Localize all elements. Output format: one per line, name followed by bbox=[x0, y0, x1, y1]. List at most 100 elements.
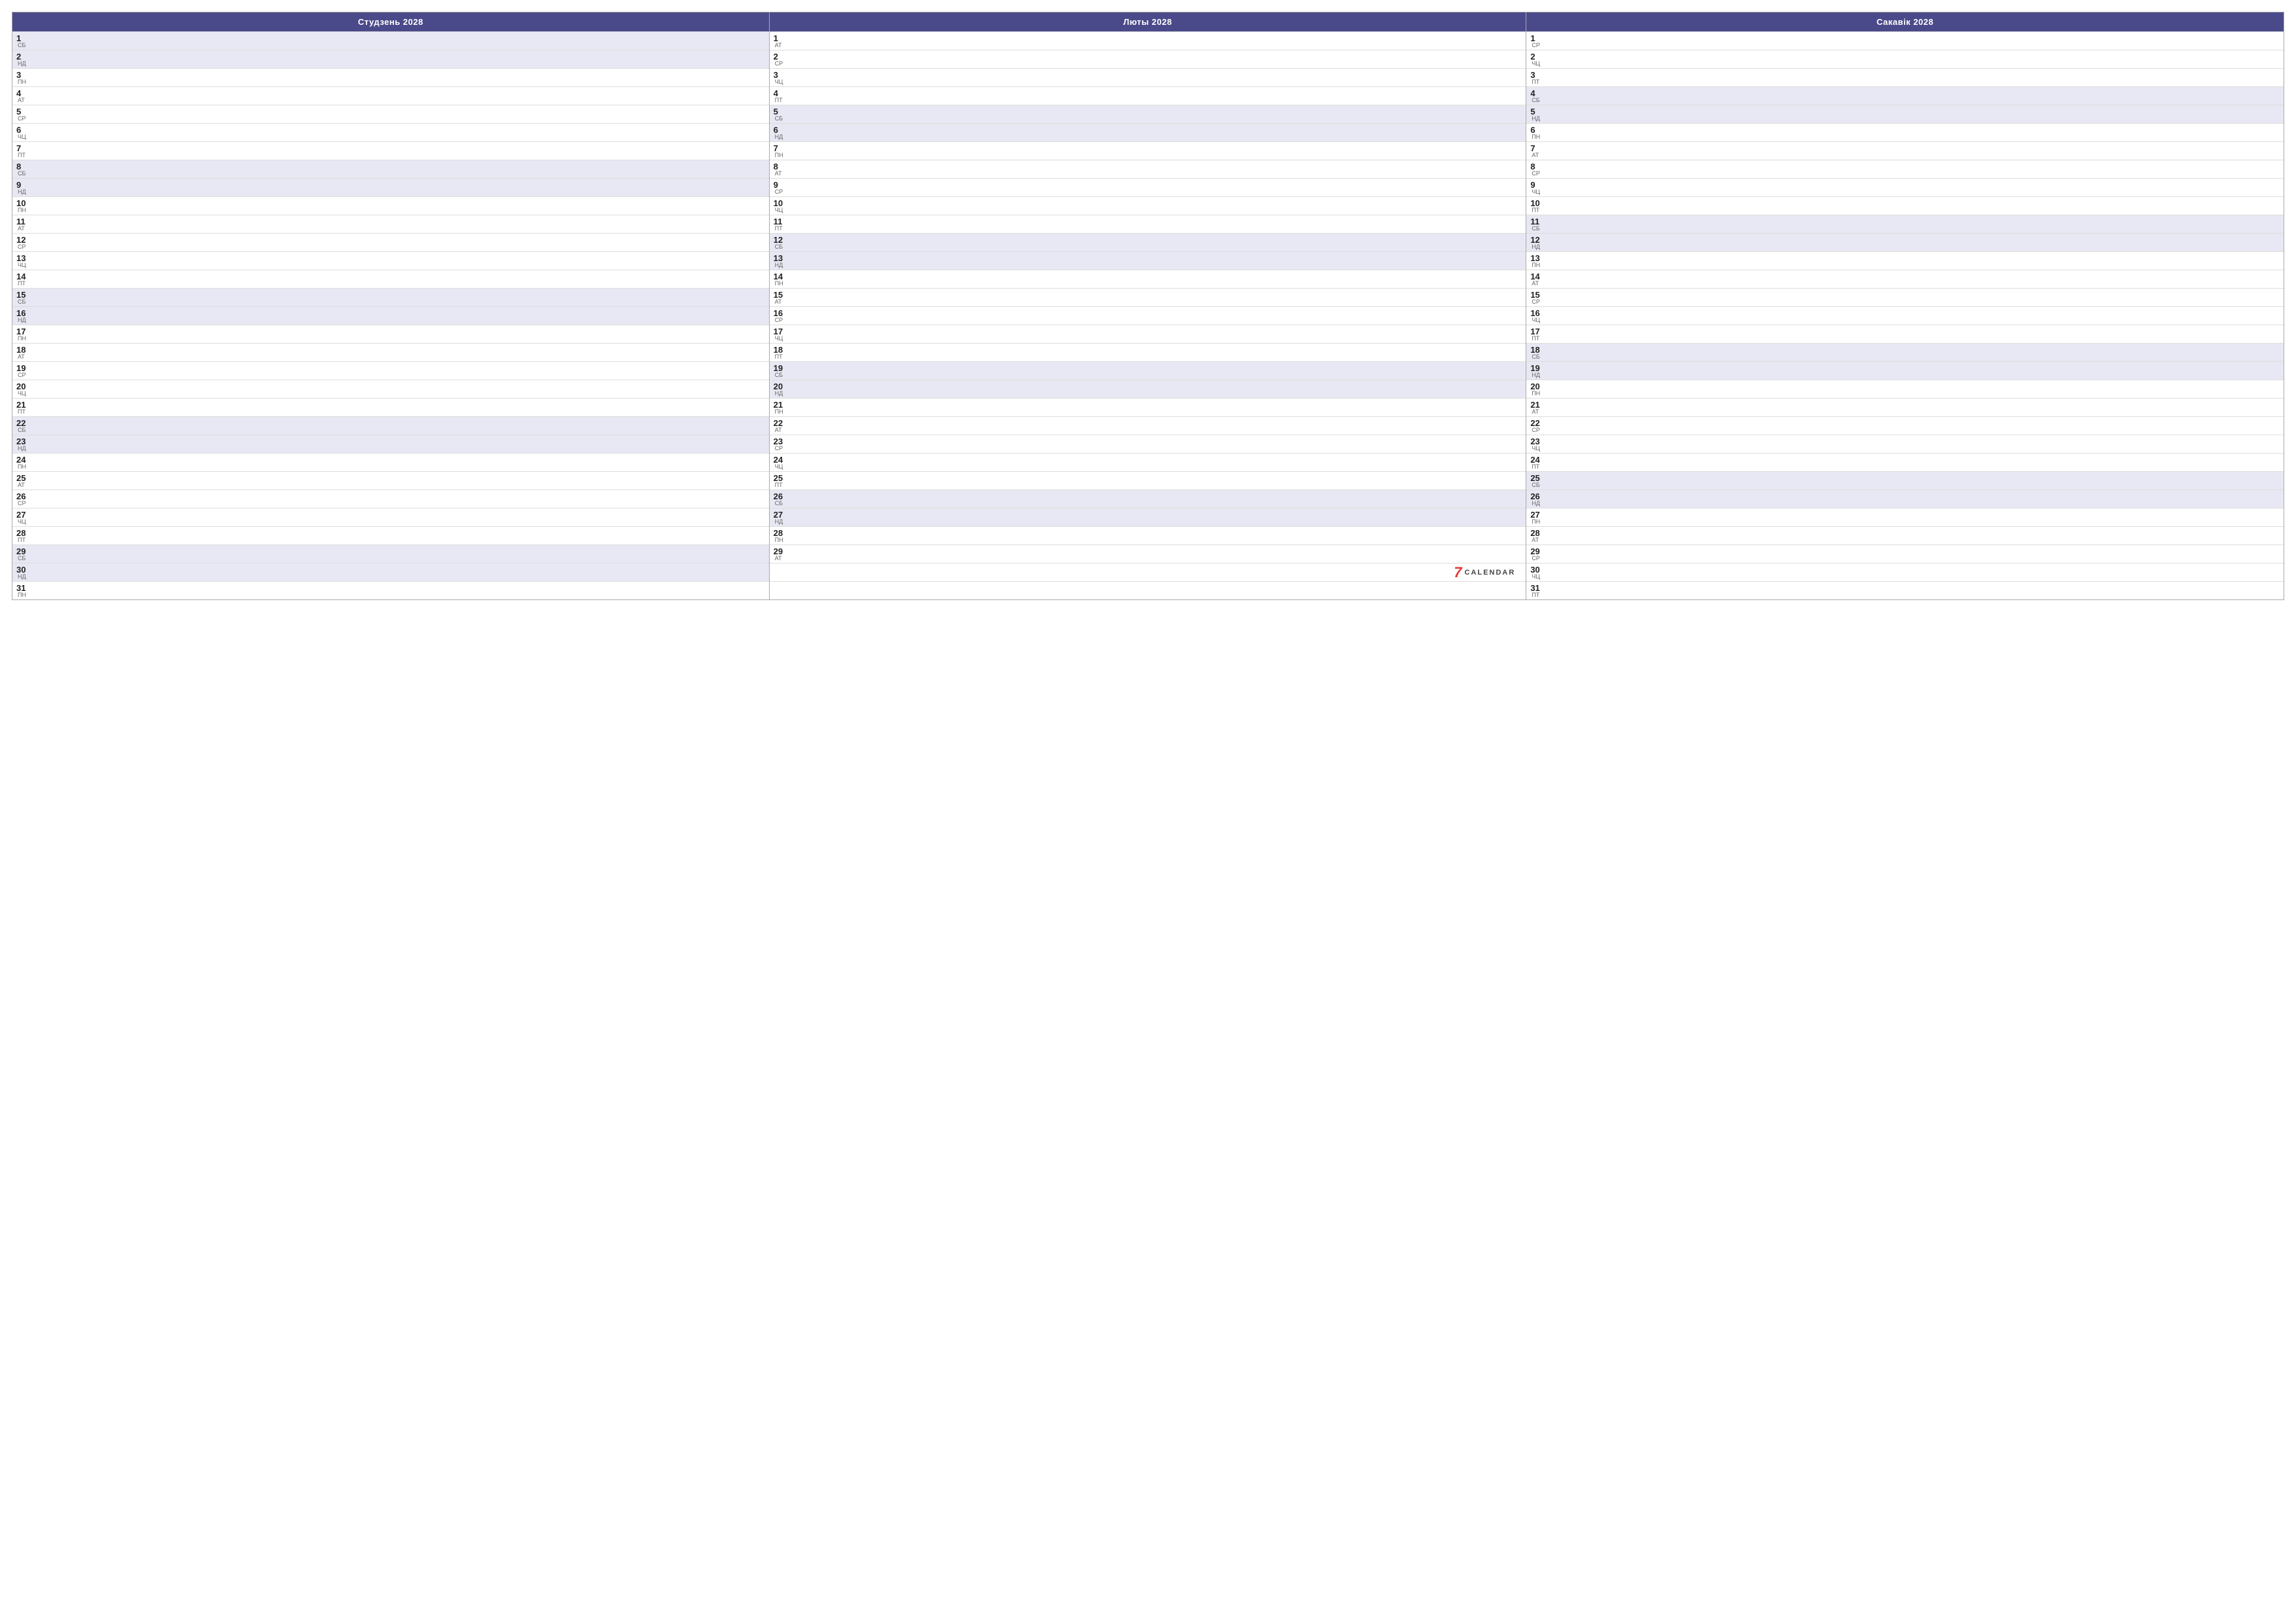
day-info: 8СБ bbox=[16, 162, 31, 177]
day-info: 20ЧЦ bbox=[16, 382, 31, 397]
day-name: ЧЦ bbox=[775, 207, 788, 213]
day-name: ПН bbox=[775, 537, 788, 543]
logo-text: CALENDAR bbox=[1465, 569, 1516, 577]
day-name: АТ bbox=[18, 482, 31, 488]
day-info: 15АТ bbox=[774, 291, 788, 305]
day-name: ПТ bbox=[775, 354, 788, 360]
day-number: 15 bbox=[1530, 291, 1545, 299]
day-name: СБ bbox=[18, 556, 31, 562]
day-row: 23НД bbox=[12, 435, 769, 453]
day-number: 25 bbox=[1530, 474, 1545, 482]
day-row: 17ПН bbox=[12, 325, 769, 343]
day-row: 2СР bbox=[770, 50, 1526, 68]
day-info: 8СР bbox=[1530, 162, 1545, 177]
day-name: АТ bbox=[1532, 537, 1545, 543]
day-number: 4 bbox=[1530, 89, 1545, 98]
day-name: ПН bbox=[18, 336, 31, 342]
day-name: НД bbox=[18, 189, 31, 195]
day-info: 2ЧЦ bbox=[1530, 52, 1545, 67]
day-name: СБ bbox=[775, 501, 788, 507]
day-info: 23НД bbox=[16, 437, 31, 452]
day-name: СР bbox=[18, 501, 31, 507]
day-info: 15СР bbox=[1530, 291, 1545, 305]
day-row: 23ЧЦ bbox=[1526, 435, 2284, 453]
day-number: 13 bbox=[774, 254, 788, 262]
day-info: 19НД bbox=[1530, 364, 1545, 378]
day-name: НД bbox=[1532, 116, 1545, 122]
day-name: ПТ bbox=[18, 409, 31, 415]
day-row: 5СБ bbox=[770, 105, 1526, 123]
day-row: 1СР bbox=[1526, 31, 2284, 50]
day-name: ПН bbox=[775, 281, 788, 287]
day-name: СБ bbox=[775, 116, 788, 122]
day-info: 20ПН bbox=[1530, 382, 1545, 397]
day-number: 5 bbox=[1530, 107, 1545, 116]
day-name: ЧЦ bbox=[18, 134, 31, 140]
day-name: ЧЦ bbox=[18, 262, 31, 268]
day-number: 21 bbox=[774, 401, 788, 409]
day-row: 14ПН bbox=[770, 270, 1526, 288]
day-info: 22АТ bbox=[774, 419, 788, 433]
day-row: 25СБ bbox=[1526, 471, 2284, 490]
day-info: 27ПН bbox=[1530, 510, 1545, 525]
day-name: АТ bbox=[1532, 409, 1545, 415]
day-row: 22АТ bbox=[770, 416, 1526, 435]
day-row: 15СР bbox=[1526, 288, 2284, 306]
day-row: 3ПТ bbox=[1526, 68, 2284, 86]
day-number: 7 bbox=[1530, 144, 1545, 152]
day-name: СР bbox=[1532, 43, 1545, 48]
day-name: АТ bbox=[18, 98, 31, 103]
day-info: 13НД bbox=[774, 254, 788, 268]
day-info: 12СР bbox=[16, 236, 31, 250]
day-name: ПН bbox=[775, 409, 788, 415]
day-info: 1СР bbox=[1530, 34, 1545, 48]
day-row: 10ЧЦ bbox=[770, 196, 1526, 215]
day-row: 31ПН bbox=[12, 581, 769, 599]
day-row: 3ПН bbox=[12, 68, 769, 86]
day-number: 27 bbox=[774, 510, 788, 519]
day-info: 24ЧЦ bbox=[774, 455, 788, 470]
day-info: 23СР bbox=[774, 437, 788, 452]
day-info: 9СР bbox=[774, 181, 788, 195]
day-name: АТ bbox=[775, 299, 788, 305]
day-number: 26 bbox=[16, 492, 31, 501]
day-row: 24ПН bbox=[12, 453, 769, 471]
day-name: ПТ bbox=[1532, 79, 1545, 85]
day-number: 22 bbox=[774, 419, 788, 427]
day-name: СБ bbox=[18, 43, 31, 48]
day-row: 19СБ bbox=[770, 361, 1526, 380]
day-row: 31ПТ bbox=[1526, 581, 2284, 599]
day-number: 3 bbox=[774, 71, 788, 79]
day-row: 20ЧЦ bbox=[12, 380, 769, 398]
day-name: АТ bbox=[1532, 152, 1545, 158]
day-number: 6 bbox=[774, 126, 788, 134]
day-info: 20НД bbox=[774, 382, 788, 397]
day-info: 11СБ bbox=[1530, 217, 1545, 232]
day-info: 3ЧЦ bbox=[774, 71, 788, 85]
day-info: 18АТ bbox=[16, 346, 31, 360]
day-name: АТ bbox=[18, 354, 31, 360]
day-name: АТ bbox=[18, 226, 31, 232]
day-number: 7 bbox=[774, 144, 788, 152]
day-number: 24 bbox=[16, 455, 31, 464]
day-number: 31 bbox=[16, 584, 31, 592]
day-info: 19СР bbox=[16, 364, 31, 378]
day-number: 19 bbox=[774, 364, 788, 372]
day-row: 21АТ bbox=[1526, 398, 2284, 416]
day-number: 29 bbox=[774, 547, 788, 556]
day-number: 12 bbox=[774, 236, 788, 244]
day-info: 1АТ bbox=[774, 34, 788, 48]
day-name: НД bbox=[1532, 372, 1545, 378]
day-info: 9НД bbox=[16, 181, 31, 195]
day-number: 27 bbox=[1530, 510, 1545, 519]
day-row: 28ПТ bbox=[12, 526, 769, 544]
day-info: 4СБ bbox=[1530, 89, 1545, 103]
day-name: СР bbox=[775, 61, 788, 67]
day-info: 24ПН bbox=[16, 455, 31, 470]
day-info: 18СБ bbox=[1530, 346, 1545, 360]
day-info: 29СБ bbox=[16, 547, 31, 562]
day-name: ПН bbox=[18, 79, 31, 85]
day-row: 1СБ bbox=[12, 31, 769, 50]
day-name: СБ bbox=[1532, 482, 1545, 488]
day-row: 9ЧЦ bbox=[1526, 178, 2284, 196]
